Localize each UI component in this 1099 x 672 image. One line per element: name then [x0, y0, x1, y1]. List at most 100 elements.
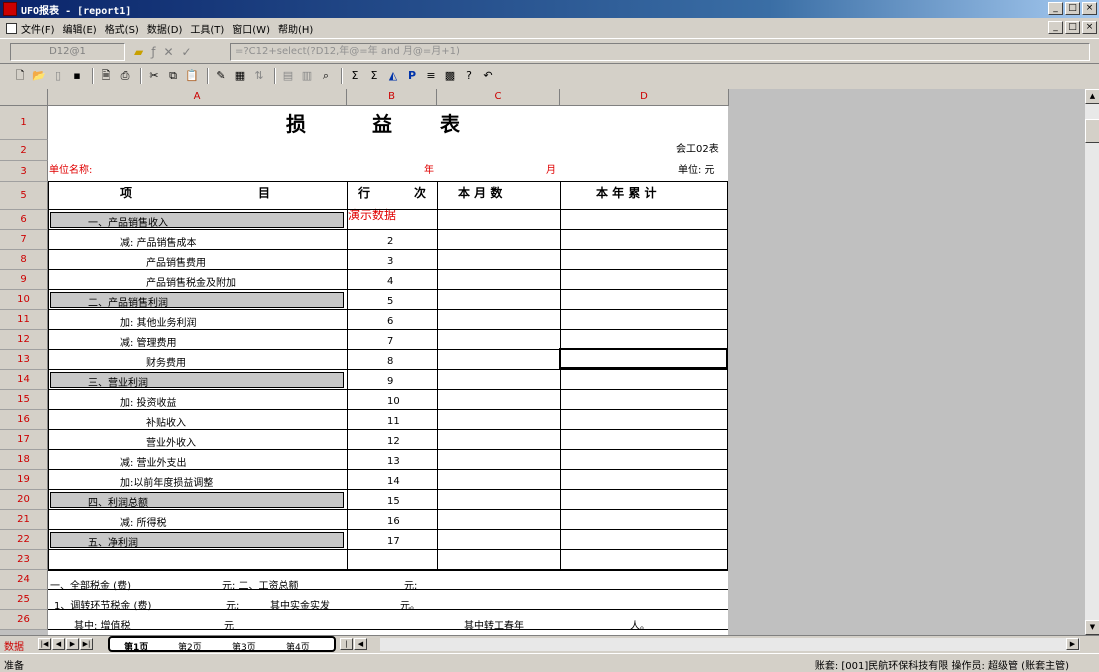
folder-icon[interactable]: ▰: [134, 45, 143, 59]
horizontal-scrollbar[interactable]: [380, 638, 1080, 651]
item-label[interactable]: 财务费用: [146, 354, 186, 369]
item-line-number[interactable]: 4: [387, 276, 393, 287]
first-sheet-icon[interactable]: |◀: [38, 638, 51, 650]
document-icon[interactable]: [6, 22, 17, 34]
menu-window[interactable]: 窗口(W): [232, 21, 278, 36]
grid-icon[interactable]: ▩: [442, 68, 458, 84]
chart-icon[interactable]: ◭: [385, 68, 401, 84]
data-mode-label[interactable]: 数据: [4, 638, 24, 653]
row-header[interactable]: 17: [0, 430, 48, 450]
sheet-icon[interactable]: ▦: [232, 68, 248, 84]
copy-icon[interactable]: ⧉: [165, 68, 181, 84]
scroll-up-icon[interactable]: ▲: [1085, 89, 1099, 104]
menu-help[interactable]: 帮助(H): [278, 21, 321, 36]
row-header[interactable]: 18: [0, 450, 48, 470]
blank-icon[interactable]: ▯: [50, 68, 66, 84]
item-label[interactable]: 减: 营业外支出: [120, 454, 187, 469]
doc-close-button[interactable]: ×: [1082, 21, 1097, 34]
item-label[interactable]: 营业外收入: [146, 434, 196, 449]
menu-format[interactable]: 格式(S): [105, 21, 147, 36]
item-label[interactable]: 二、产品销售利润: [88, 294, 168, 309]
open-icon[interactable]: 📂: [31, 68, 47, 84]
cancel-icon[interactable]: ✕: [163, 45, 173, 59]
item-line-number[interactable]: 3: [387, 256, 393, 267]
last-sheet-icon[interactable]: ▶|: [80, 638, 93, 650]
row-header[interactable]: 3: [0, 161, 48, 182]
item-line-number[interactable]: 2: [387, 236, 393, 247]
item-line-number[interactable]: 10: [387, 396, 400, 407]
menu-edit[interactable]: 编辑(E): [63, 21, 105, 36]
insert-col-icon[interactable]: ▥: [299, 68, 315, 84]
row-header[interactable]: 25: [0, 590, 48, 610]
row-header[interactable]: 13: [0, 350, 48, 370]
row-header[interactable]: 26: [0, 610, 48, 630]
maximize-button[interactable]: □: [1065, 2, 1080, 15]
item-line-number[interactable]: 11: [387, 416, 400, 427]
item-label[interactable]: 加: 投资收益: [120, 394, 177, 409]
selected-cell-d12[interactable]: [559, 348, 728, 369]
find-icon[interactable]: ⌕: [318, 68, 334, 84]
hscroll-right-icon[interactable]: ▶: [1066, 638, 1079, 650]
menu-tools[interactable]: 工具(T): [190, 21, 232, 36]
doc-minimize-button[interactable]: _: [1048, 21, 1063, 34]
item-line-number[interactable]: 13: [387, 456, 400, 467]
row-header[interactable]: 1: [0, 106, 48, 140]
p-icon[interactable]: P: [404, 68, 420, 84]
item-label[interactable]: 一、产品销售收入: [88, 214, 168, 229]
vertical-scrollbar[interactable]: ▲ ▼: [1084, 89, 1099, 635]
row-header[interactable]: 5: [0, 182, 48, 210]
save-icon[interactable]: ▪: [69, 68, 85, 84]
menu-data[interactable]: 数据(D): [147, 21, 191, 36]
row-header[interactable]: 22: [0, 530, 48, 550]
calc-icon[interactable]: ≡: [423, 68, 439, 84]
help-icon[interactable]: ?: [461, 68, 477, 84]
item-line-number[interactable]: 16: [387, 516, 400, 527]
item-line-number[interactable]: 8: [387, 356, 393, 367]
sheet-tab-1[interactable]: 第1页: [124, 640, 148, 653]
item-line-number[interactable]: 15: [387, 496, 400, 507]
prev-sheet-icon[interactable]: ◀: [52, 638, 65, 650]
row-header[interactable]: 20: [0, 490, 48, 510]
item-line-number[interactable]: 14: [387, 476, 400, 487]
item-label[interactable]: 产品销售税金及附加: [146, 274, 236, 289]
column-header-b[interactable]: B: [347, 89, 437, 106]
row-header[interactable]: 8: [0, 250, 48, 270]
sum-icon[interactable]: Σ: [347, 68, 363, 84]
row-header[interactable]: 23: [0, 550, 48, 570]
sheet-corner[interactable]: [0, 89, 48, 106]
row-header[interactable]: 7: [0, 230, 48, 250]
item-label[interactable]: 减: 管理费用: [120, 334, 177, 349]
print-preview-icon[interactable]: 🗎: [98, 68, 114, 84]
item-label[interactable]: 减: 所得税: [120, 514, 167, 529]
row-header[interactable]: 19: [0, 470, 48, 490]
minimize-button[interactable]: _: [1048, 2, 1063, 15]
row-header[interactable]: 6: [0, 210, 48, 230]
item-label[interactable]: 五、净利润: [88, 534, 138, 549]
column-header-a[interactable]: A: [48, 89, 347, 106]
cut-icon[interactable]: ✂: [146, 68, 162, 84]
cell-reference-box[interactable]: D12@1: [10, 43, 125, 61]
sum-total-icon[interactable]: Σ: [366, 68, 382, 84]
item-label[interactable]: 补贴收入: [146, 414, 186, 429]
row-header[interactable]: 11: [0, 310, 48, 330]
item-line-number[interactable]: 7: [387, 336, 393, 347]
row-header[interactable]: 15: [0, 390, 48, 410]
row-header[interactable]: 9: [0, 270, 48, 290]
close-button[interactable]: ×: [1082, 2, 1097, 15]
item-label[interactable]: 产品销售费用: [146, 254, 206, 269]
next-sheet-icon[interactable]: ▶: [66, 638, 79, 650]
item-label[interactable]: 加:以前年度损益调整: [120, 474, 213, 489]
function-icon[interactable]: ƒ: [151, 45, 155, 59]
item-line-number[interactable]: 5: [387, 296, 393, 307]
sheet-tab-2[interactable]: 第2页: [178, 640, 202, 653]
column-header-d[interactable]: D: [560, 89, 729, 106]
row-header[interactable]: 16: [0, 410, 48, 430]
sort-icon[interactable]: ⇅: [251, 68, 267, 84]
row-header[interactable]: 14: [0, 370, 48, 390]
item-line-number[interactable]: 9: [387, 376, 393, 387]
sheet-tab-4[interactable]: 第4页: [286, 640, 310, 653]
paste-icon[interactable]: 📋: [184, 68, 200, 84]
doc-restore-button[interactable]: □: [1065, 21, 1080, 34]
item-label[interactable]: 加: 其他业务利润: [120, 314, 197, 329]
row-header[interactable]: 2: [0, 140, 48, 161]
